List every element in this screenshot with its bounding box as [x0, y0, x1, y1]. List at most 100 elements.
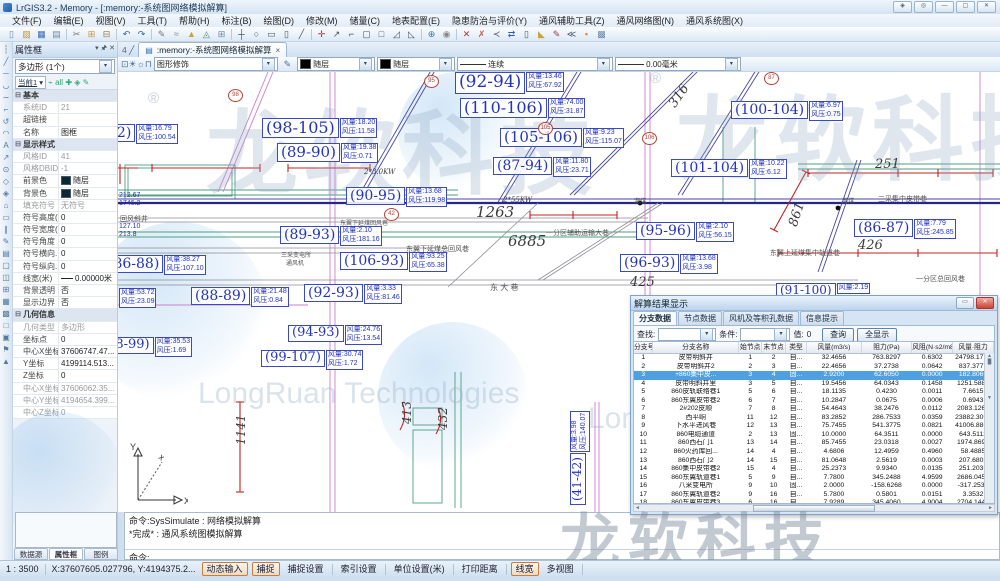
edge-label[interactable]: (94-93)风量:24.76风压:13.54: [288, 325, 382, 345]
property-value[interactable]: 37606062.35...: [59, 383, 117, 394]
property-value[interactable]: 4194654.399...: [59, 395, 117, 406]
property-row[interactable]: 符号角度0: [13, 236, 117, 248]
status-button-捕捉[interactable]: 捕捉: [252, 562, 280, 576]
panel-header-icon[interactable]: 🖈: [101, 44, 107, 55]
property-value[interactable]: 0: [59, 224, 117, 235]
collapse-icon[interactable]: ⊟: [13, 139, 23, 150]
edge-label[interactable]: (86-88)风量:38.27风压:107.10: [118, 255, 206, 275]
minimize-button[interactable]: —: [935, 1, 954, 13]
collapse-icon[interactable]: ⊟: [13, 309, 23, 320]
property-row[interactable]: 符号宽度(...0: [13, 224, 117, 236]
status-button-捕捉设置[interactable]: 捕捉设置: [284, 563, 328, 575]
value-field[interactable]: 0: [807, 330, 811, 339]
table-row[interactable]: 4皮带明斜井里35自...19.545664.03430.14581251.58…: [634, 380, 994, 389]
new-icon[interactable]: ▯: [4, 28, 19, 41]
table-row[interactable]: 11860西石门11314自...85.745523.03180.0027197…: [634, 439, 994, 448]
results-dialog-titlebar[interactable]: 解算结果显示 ▭✕: [631, 296, 997, 311]
property-value[interactable]: 多边形: [59, 322, 117, 333]
edge-label[interactable]: (90-95)风量:13.68风压:119.98: [346, 187, 447, 207]
property-value[interactable]: 随层: [59, 188, 117, 199]
draw-tool-icon-1[interactable]: ╱: [0, 56, 12, 68]
status-button-索引设置[interactable]: 索引设置: [337, 563, 381, 575]
edge-label[interactable]: (89-92)风量:16.79风压:100.54: [118, 124, 178, 144]
edge-label[interactable]: (106-93)风量:93.25风压:65.38: [340, 252, 447, 272]
results-tab-分支数据[interactable]: 分支数据: [633, 311, 677, 325]
property-row[interactable]: 中心Y坐标4194654.399...: [13, 395, 117, 407]
table-row[interactable]: 6860东翼皮带巷267自...10.28470.06750.00060.694…: [634, 397, 994, 406]
menu-item-修改(M)[interactable]: 修改(M): [300, 14, 344, 27]
property-value[interactable]: 0: [59, 261, 117, 272]
draw-tool-icon-2[interactable]: ─: [0, 68, 12, 80]
property-row[interactable]: 中心X坐标37606747.47...: [13, 346, 117, 358]
chevron-down-icon[interactable]: ▾: [99, 60, 112, 73]
property-value[interactable]: 0: [59, 370, 117, 381]
property-row[interactable]: 符号纵向...0: [13, 261, 117, 273]
scroll-right-icon[interactable]: ►: [988, 505, 993, 511]
circle-icon[interactable]: ○: [249, 28, 264, 41]
table-row[interactable]: 14860集中皮带巷2154自...25.23739.93400.0135251…: [634, 465, 994, 474]
draw-tool-icon-10[interactable]: ⊙: [0, 164, 12, 176]
panel-header-icons[interactable]: ▾🖈✕: [95, 44, 115, 55]
property-row[interactable]: 系统ID21: [13, 102, 117, 114]
properties-panel-header[interactable]: 属性框 ▾🖈✕: [13, 42, 117, 58]
column-header-风量·阻力[interactable]: 风量·阻力: [953, 342, 994, 353]
property-group[interactable]: ⊟基本: [13, 90, 117, 102]
brightness-icon[interactable]: ☼: [137, 59, 145, 69]
draw-tool-icon-9[interactable]: ↗: [0, 152, 12, 164]
save-icon[interactable]: ▦: [34, 28, 49, 41]
draw-tool-icon-17[interactable]: ▤: [0, 248, 12, 260]
column-header-分支号[interactable]: 分支号: [634, 342, 653, 353]
table-row[interactable]: 10860电缆通道213固...10.000064.35110.0000643.…: [634, 431, 994, 440]
chevron-down-icon[interactable]: ▾: [700, 328, 713, 341]
edge-label[interactable]: (92-94)风量:13.46风压:67.92: [455, 72, 564, 94]
fill-icon[interactable]: ◣: [534, 28, 549, 41]
property-value[interactable]: 0: [59, 212, 117, 223]
draw-tool-icon-12[interactable]: ◈: [0, 188, 12, 200]
paste-icon[interactable]: ⊟: [99, 28, 114, 41]
column-header-类型[interactable]: 类型: [786, 342, 807, 353]
status-button-打印距离[interactable]: 打印距离: [458, 563, 502, 575]
property-row[interactable]: 填充符号无符号: [13, 200, 117, 212]
brush-icon[interactable]: ✎: [280, 58, 295, 71]
property-group[interactable]: ⊟显示样式: [13, 139, 117, 151]
draw-tool-icon-25[interactable]: ⚑: [0, 344, 12, 356]
snap-icon[interactable]: ≺: [489, 28, 504, 41]
results-table-header[interactable]: 分支号分支名称始节点末节点类型风量(m3/s)阻力(Pa)风阻(N·s2/m8)…: [634, 342, 994, 354]
tri-left-icon[interactable]: ◺: [404, 28, 419, 41]
rect-icon[interactable]: ▭: [264, 28, 279, 41]
menu-item-编辑(E)[interactable]: 编辑(E): [48, 14, 90, 27]
draw-tool-icon-20[interactable]: ⊞: [0, 284, 12, 296]
table-row[interactable]: 9下水平进风巷1213自...75.7455541.37750.08214100…: [634, 422, 994, 431]
grid-icon[interactable]: ⊞: [214, 28, 229, 41]
selection-type-combo[interactable]: 多边形 (1个) ▾: [15, 59, 115, 74]
warning-icon[interactable]: ▲: [184, 28, 199, 41]
measure-icon[interactable]: ≈: [169, 28, 184, 41]
table-row[interactable]: 15860东翼轨道巷159自...7.7800345.24884.9599268…: [634, 474, 994, 483]
property-value[interactable]: 无符号: [59, 200, 117, 211]
draw-tool-icon-16[interactable]: ✎: [0, 236, 12, 248]
foreground-color-combo[interactable]: 随层▾: [297, 57, 375, 71]
menu-item-地表配置(E)[interactable]: 地表配置(E): [386, 14, 446, 27]
edge-label[interactable]: 风量:53.72风压:23.09: [118, 288, 156, 308]
draw-tool-icon-19[interactable]: ◫: [0, 272, 12, 284]
draw-tool-icon-11[interactable]: ◇: [0, 176, 12, 188]
erase-icon[interactable]: ✗: [474, 28, 489, 41]
node-circle[interactable]: 42: [384, 208, 399, 221]
edge-label[interactable]: (110-106)风量:74.00风压:31.87: [460, 98, 585, 118]
delete-icon[interactable]: ✕: [459, 28, 474, 41]
undo-icon[interactable]: ↶: [119, 28, 134, 41]
corner-icon[interactable]: ⌐: [344, 28, 359, 41]
menu-item-帮助(H)[interactable]: 帮助(H): [173, 14, 216, 27]
chevron-down-icon[interactable]: ▾: [359, 58, 372, 71]
results-tab-节点数据[interactable]: 节点数据: [678, 311, 722, 325]
status-button-动态输入[interactable]: 动态输入: [202, 562, 248, 576]
fast-icon[interactable]: ≪: [564, 28, 579, 41]
lock-icon[interactable]: ▪: [579, 28, 594, 41]
property-value[interactable]: -1: [59, 163, 117, 174]
menu-item-储量(C)[interactable]: 储量(C): [344, 14, 387, 27]
property-row[interactable]: 符号高度(...0: [13, 212, 117, 224]
pin-button[interactable]: ▭: [956, 297, 974, 309]
property-row[interactable]: 符号横向...0: [13, 248, 117, 260]
box-icon[interactable]: ▢: [359, 28, 374, 41]
menu-item-文件(F)[interactable]: 文件(F): [6, 14, 48, 27]
